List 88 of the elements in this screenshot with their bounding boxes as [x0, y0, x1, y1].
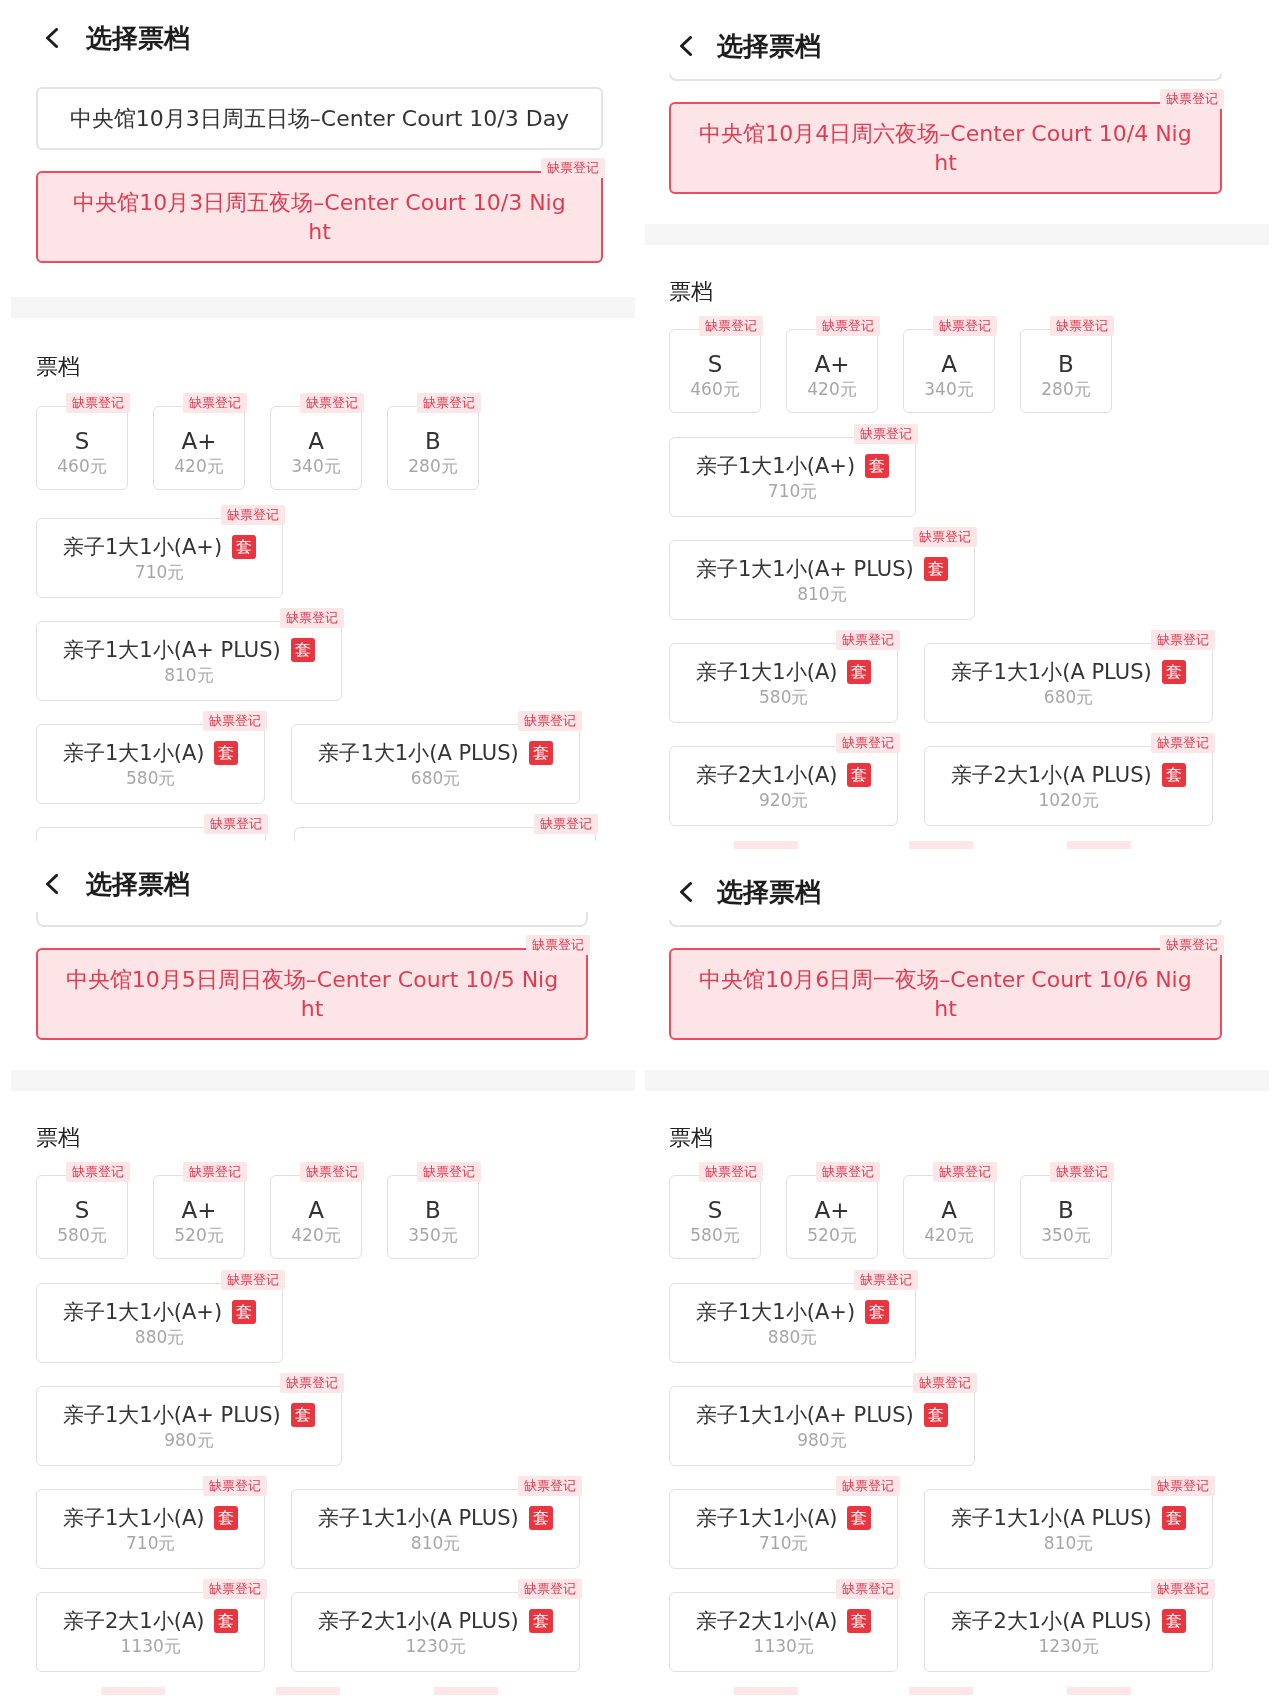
- waitlist-tag: 缺票登记: [203, 1476, 268, 1496]
- session-option[interactable]: 中央馆10月3日周五日场–Center Court 10/3 Day: [36, 87, 603, 150]
- waitlist-tag: 缺票登记: [203, 1579, 268, 1599]
- waitlist-tag: 缺票登记: [517, 1476, 582, 1496]
- package-tag: 套: [214, 741, 239, 765]
- back-icon[interactable]: [680, 882, 692, 902]
- waitlist-tag: 缺票登记: [279, 1373, 344, 1393]
- waitlist-tag: 缺票登记: [1150, 1476, 1215, 1496]
- tag-edge: [734, 1687, 798, 1695]
- waitlist-tag: 缺票登记: [836, 630, 901, 650]
- waitlist-tag: 缺票登记: [1160, 935, 1224, 955]
- waitlist-tag: 缺票登记: [517, 1579, 582, 1599]
- waitlist-tag: 缺票登记: [221, 1270, 286, 1290]
- tag-edge: [434, 1687, 498, 1695]
- package-tag: 套: [290, 1403, 315, 1427]
- waitlist-tag: 缺票登记: [66, 393, 130, 413]
- waitlist-tag: 缺票登记: [854, 1270, 919, 1290]
- waitlist-tag: 缺票登记: [1150, 630, 1215, 650]
- waitlist-tag: 缺票登记: [66, 1162, 130, 1182]
- waitlist-tag: 缺票登记: [517, 711, 582, 731]
- waitlist-tag: 缺票登记: [1050, 1162, 1114, 1182]
- waitlist-tag: 缺票登记: [1150, 733, 1215, 753]
- section-title: 票档: [669, 1124, 714, 1152]
- page-title: 选择票档: [86, 868, 190, 901]
- tag-edge: [276, 1687, 340, 1695]
- package-tag: 套: [847, 1506, 872, 1530]
- package-tag: 套: [865, 454, 890, 478]
- package-tag: 套: [232, 535, 257, 559]
- tag-edge: [909, 841, 973, 849]
- back-icon[interactable]: [46, 874, 58, 894]
- back-icon[interactable]: [680, 36, 692, 56]
- waitlist-tag: 缺票登记: [836, 733, 901, 753]
- package-tag: 套: [923, 557, 948, 581]
- waitlist-tag: 缺票登记: [534, 814, 598, 834]
- package-tag: 套: [865, 1300, 890, 1324]
- waitlist-tag: 缺票登记: [933, 316, 997, 336]
- tag-edge: [734, 841, 798, 849]
- waitlist-tag: 缺票登记: [183, 393, 247, 413]
- back-icon[interactable]: [46, 28, 58, 48]
- waitlist-tag: 缺票登记: [541, 158, 605, 178]
- waitlist-tag: 缺票登记: [699, 1162, 763, 1182]
- page-title: 选择票档: [717, 30, 821, 63]
- section-title: 票档: [36, 1124, 81, 1152]
- page-title: 选择票档: [86, 22, 190, 55]
- waitlist-tag: 缺票登记: [279, 608, 344, 628]
- waitlist-tag: 缺票登记: [417, 393, 481, 413]
- waitlist-tag: 缺票登记: [816, 316, 880, 336]
- package-tag: 套: [1161, 763, 1186, 787]
- package-tag: 套: [847, 1609, 872, 1633]
- waitlist-tag: 缺票登记: [526, 935, 590, 955]
- package-tag: 套: [923, 1403, 948, 1427]
- waitlist-tag: 缺票登记: [183, 1162, 247, 1182]
- waitlist-tag: 缺票登记: [221, 505, 286, 525]
- tag-edge: [1067, 1687, 1131, 1695]
- section-title: 票档: [669, 278, 714, 306]
- waitlist-tag: 缺票登记: [836, 1476, 901, 1496]
- package-tag: 套: [214, 1609, 239, 1633]
- waitlist-tag: 缺票登记: [1150, 1579, 1215, 1599]
- package-tag: 套: [1161, 660, 1186, 684]
- page-title: 选择票档: [717, 876, 821, 909]
- tag-edge: [909, 1687, 973, 1695]
- package-tag: 套: [847, 763, 872, 787]
- package-tag: 套: [528, 1506, 553, 1530]
- waitlist-tag: 缺票登记: [300, 1162, 364, 1182]
- waitlist-tag: 缺票登记: [912, 527, 977, 547]
- package-tag: 套: [528, 1609, 553, 1633]
- waitlist-tag: 缺票登记: [836, 1579, 901, 1599]
- waitlist-tag: 缺票登记: [300, 393, 364, 413]
- package-tag: 套: [1161, 1609, 1186, 1633]
- tag-edge: [101, 1687, 165, 1695]
- package-tag: 套: [214, 1506, 239, 1530]
- waitlist-tag: 缺票登记: [854, 424, 919, 444]
- waitlist-tag: 缺票登记: [1050, 316, 1114, 336]
- waitlist-tag: 缺票登记: [699, 316, 763, 336]
- package-tag: 套: [290, 638, 315, 662]
- waitlist-tag: 缺票登记: [203, 711, 268, 731]
- tag-edge: [1067, 841, 1131, 849]
- section-title: 票档: [36, 353, 81, 381]
- package-tag: 套: [1161, 1506, 1186, 1530]
- package-tag: 套: [847, 660, 872, 684]
- package-tag: 套: [528, 741, 553, 765]
- waitlist-tag: 缺票登记: [417, 1162, 481, 1182]
- waitlist-tag: 缺票登记: [933, 1162, 997, 1182]
- waitlist-tag: 缺票登记: [912, 1373, 977, 1393]
- waitlist-tag: 缺票登记: [816, 1162, 880, 1182]
- package-tag: 套: [232, 1300, 257, 1324]
- waitlist-tag: 缺票登记: [204, 814, 268, 834]
- waitlist-tag: 缺票登记: [1160, 89, 1224, 109]
